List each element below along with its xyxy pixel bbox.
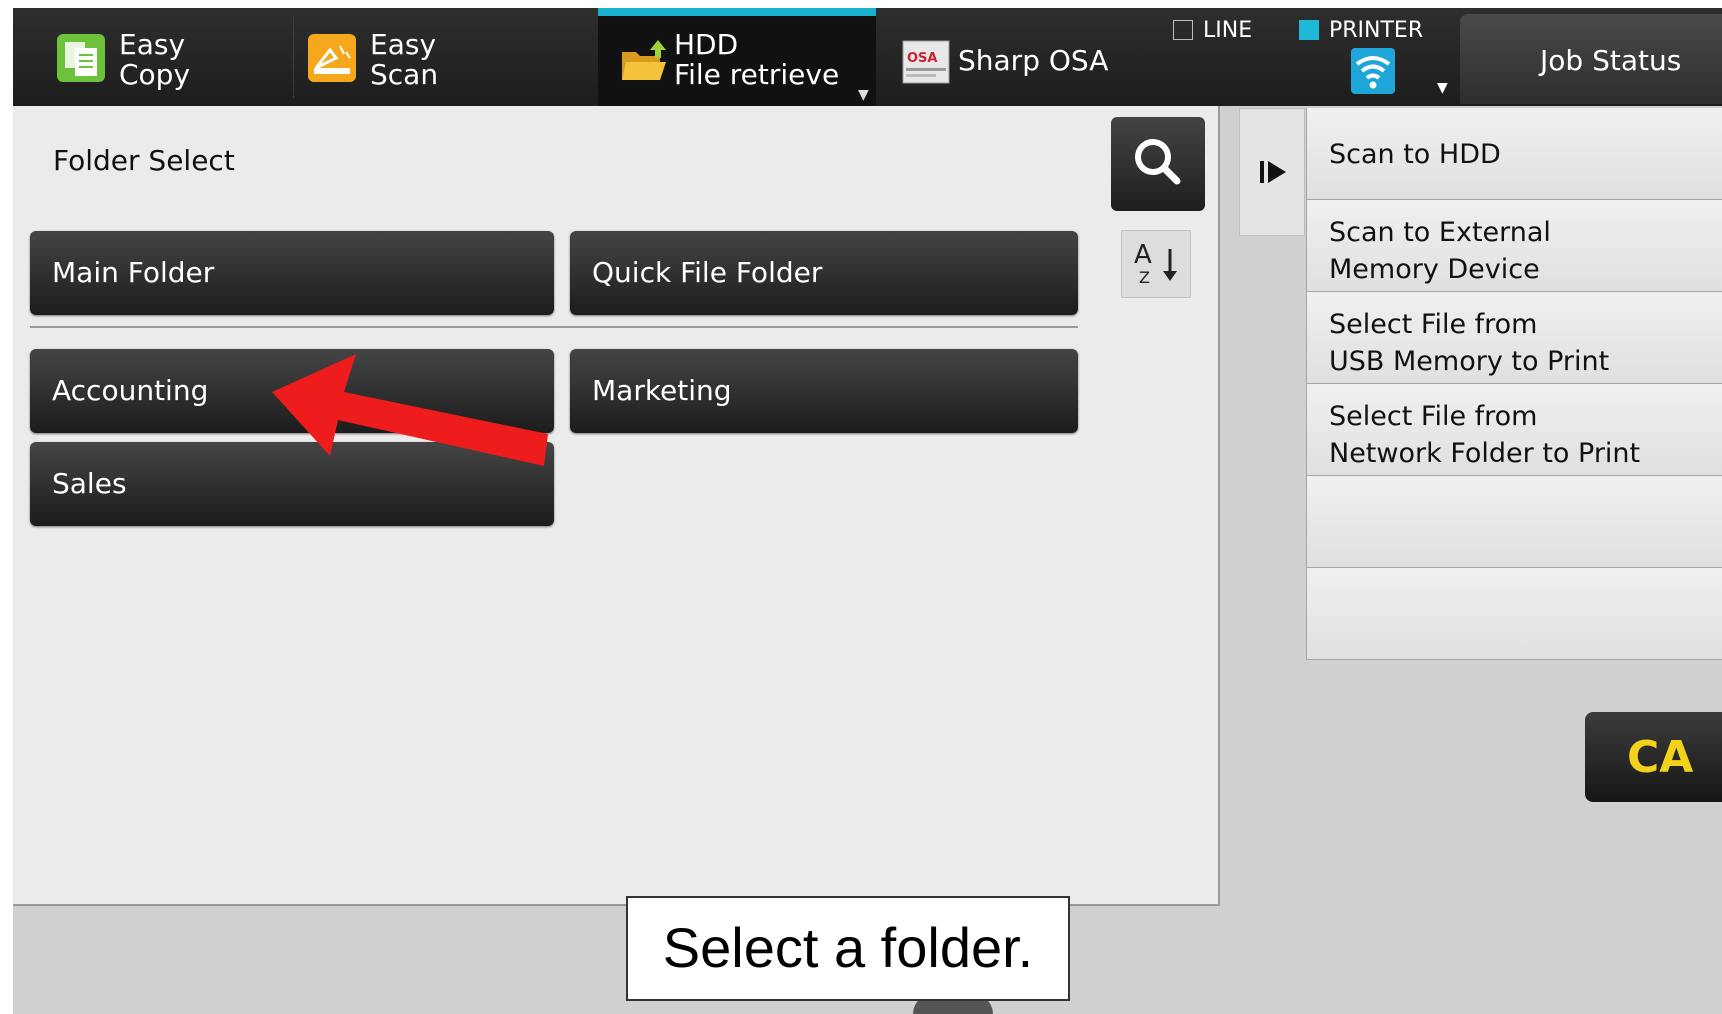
tab-hdd-line2: File retrieve bbox=[674, 58, 840, 91]
top-app-bar: Easy Copy Easy Scan HDD File retrieve ▼ … bbox=[13, 8, 1722, 106]
touch-panel-screen: Easy Copy Easy Scan HDD File retrieve ▼ … bbox=[13, 8, 1722, 1014]
menu-item-label: USB Memory to Print bbox=[1329, 346, 1610, 377]
sales-folder-button[interactable]: Sales bbox=[30, 442, 554, 526]
folder-upload-icon bbox=[622, 40, 666, 80]
folder-select-panel: Folder Select Main Folder Quick File Fol… bbox=[13, 106, 1220, 906]
printer-indicator: PRINTER bbox=[1299, 18, 1423, 43]
menu-item-select-file-network[interactable]: Select File from Network Folder to Print bbox=[1306, 384, 1722, 476]
tab-easy-copy[interactable]: Easy Copy bbox=[13, 8, 293, 106]
collapse-right-icon bbox=[1260, 161, 1286, 183]
search-button[interactable] bbox=[1111, 117, 1205, 211]
marketing-folder-button[interactable]: Marketing bbox=[570, 349, 1078, 433]
menu-item-label: Scan to External bbox=[1329, 217, 1551, 248]
quick-file-folder-button[interactable]: Quick File Folder bbox=[570, 231, 1078, 315]
osa-logo-text: OSA bbox=[907, 51, 937, 66]
job-status-label: Job Status bbox=[1540, 44, 1682, 77]
accounting-folder-button[interactable]: Accounting bbox=[30, 349, 554, 433]
line-label: LINE bbox=[1203, 18, 1253, 43]
clear-all-label: CA bbox=[1627, 732, 1694, 783]
main-folder-button[interactable]: Main Folder bbox=[30, 231, 554, 315]
scan-icon bbox=[308, 34, 356, 82]
tab-hdd-file-retrieve[interactable]: HDD File retrieve ▼ bbox=[598, 8, 876, 106]
search-icon bbox=[1135, 139, 1181, 185]
menu-item-empty bbox=[1306, 568, 1722, 660]
menu-item-empty bbox=[1306, 476, 1722, 568]
osa-logo-icon: OSA bbox=[902, 40, 950, 84]
line-status-box bbox=[1173, 20, 1193, 40]
tab-easy-scan-line2: Scan bbox=[370, 58, 439, 91]
page-title: Folder Select bbox=[53, 144, 235, 177]
collapse-panel-tab[interactable] bbox=[1239, 108, 1305, 236]
clear-all-button[interactable]: CA bbox=[1585, 712, 1722, 802]
line-indicator: LINE bbox=[1173, 18, 1252, 43]
menu-item-scan-to-external-memory[interactable]: Scan to External Memory Device bbox=[1306, 200, 1722, 292]
sort-button[interactable]: A Z bbox=[1121, 230, 1191, 298]
printer-status-box bbox=[1299, 20, 1319, 40]
tab-hdd-line1: HDD bbox=[674, 28, 739, 61]
copy-icon bbox=[57, 34, 105, 82]
tab-easy-copy-line2: Copy bbox=[119, 58, 191, 91]
instruction-caption: Select a folder. bbox=[626, 896, 1070, 1001]
side-action-menu: Scan to HDD Scan to External Memory Devi… bbox=[1306, 108, 1722, 660]
tab-sharp-osa[interactable]: OSA Sharp OSA bbox=[890, 8, 1200, 106]
menu-item-label: Select File from bbox=[1329, 401, 1538, 432]
tab-easy-copy-line1: Easy bbox=[119, 28, 186, 61]
tab-sharp-osa-label: Sharp OSA bbox=[958, 44, 1109, 77]
tab-easy-scan-line1: Easy bbox=[370, 28, 437, 61]
sort-glyph-a: A bbox=[1134, 240, 1152, 270]
menu-item-select-file-usb[interactable]: Select File from USB Memory to Print bbox=[1306, 292, 1722, 384]
divider bbox=[30, 326, 1078, 328]
sort-glyph-z: Z bbox=[1139, 268, 1150, 287]
menu-item-scan-to-hdd[interactable]: Scan to HDD bbox=[1306, 108, 1722, 200]
job-status-button[interactable]: Job Status bbox=[1460, 14, 1722, 104]
printer-label: PRINTER bbox=[1329, 18, 1424, 43]
tab-easy-scan[interactable]: Easy Scan bbox=[294, 8, 544, 106]
menu-item-label: Network Folder to Print bbox=[1329, 438, 1641, 469]
active-tab-indicator bbox=[598, 8, 876, 16]
wifi-icon[interactable] bbox=[1351, 48, 1395, 94]
sort-az-icon: A Z bbox=[1134, 240, 1177, 287]
menu-item-label: Select File from bbox=[1329, 309, 1538, 340]
menu-item-label: Scan to HDD bbox=[1329, 139, 1501, 170]
chevron-down-icon[interactable]: ▼ bbox=[1437, 80, 1448, 96]
menu-item-label: Memory Device bbox=[1329, 254, 1540, 285]
